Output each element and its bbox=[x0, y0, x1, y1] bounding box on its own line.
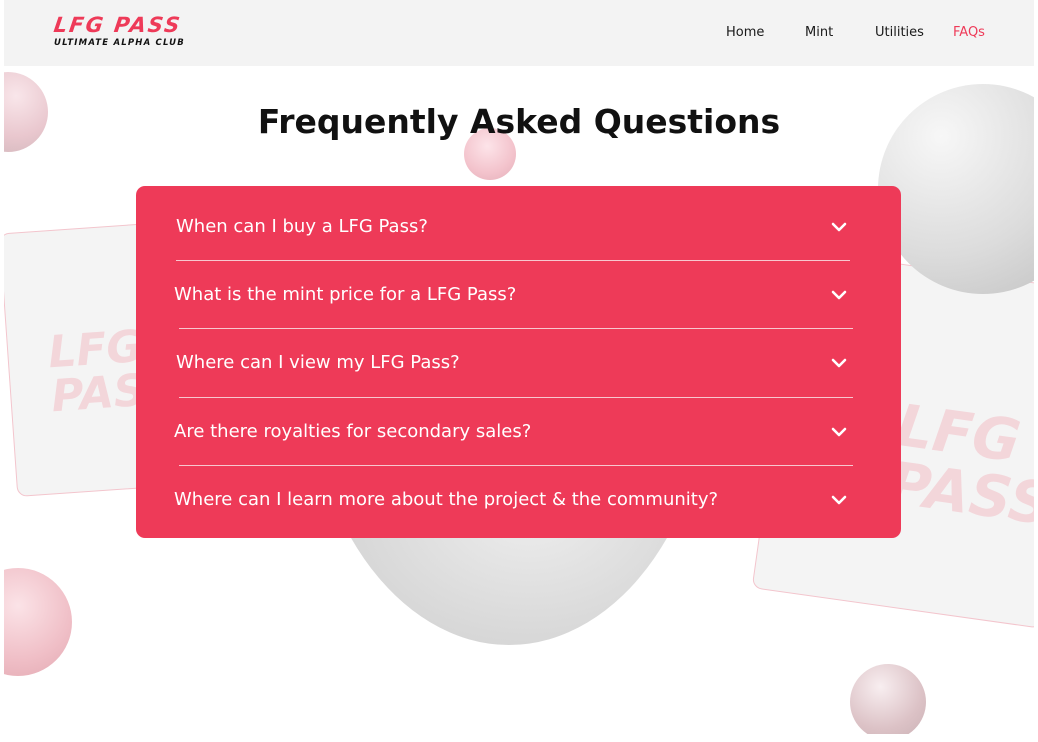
faq-question-4: Are there royalties for secondary sales? bbox=[174, 421, 532, 442]
decorative-card-text-right: LFG PASS bbox=[883, 390, 1034, 539]
chevron-down-icon bbox=[831, 222, 847, 232]
faq-accordion: When can I buy a LFG Pass? What is the m… bbox=[136, 186, 901, 538]
faq-divider bbox=[179, 465, 853, 466]
faq-question-1: When can I buy a LFG Pass? bbox=[176, 216, 428, 237]
nav-link-utilities[interactable]: Utilities bbox=[875, 25, 924, 40]
faq-divider bbox=[176, 260, 850, 261]
chevron-down-icon bbox=[831, 495, 847, 505]
brand-name: LFG PASS bbox=[52, 13, 184, 37]
chevron-down-icon bbox=[831, 358, 847, 368]
faq-item-4[interactable]: Are there royalties for secondary sales? bbox=[174, 399, 856, 465]
faq-item-1[interactable]: When can I buy a LFG Pass? bbox=[176, 194, 856, 260]
faq-item-5[interactable]: Where can I learn more about the project… bbox=[174, 467, 856, 533]
faq-question-5: Where can I learn more about the project… bbox=[174, 489, 719, 510]
faq-question-3: Where can I view my LFG Pass? bbox=[176, 352, 460, 373]
chevron-down-icon bbox=[831, 427, 847, 437]
page-title: Frequently Asked Questions bbox=[257, 102, 781, 141]
page: LFG PASS LFG PASS LFG PASS ULTIMATE ALPHA … bbox=[4, 0, 1034, 734]
decorative-sphere-bottom-left bbox=[4, 568, 72, 676]
brand-logo[interactable]: LFG PASS ULTIMATE ALPHA CLUB bbox=[52, 13, 185, 49]
faq-divider bbox=[179, 397, 853, 398]
nav-link-faqs[interactable]: FAQs bbox=[953, 25, 985, 40]
faq-item-2[interactable]: What is the mint price for a LFG Pass? bbox=[174, 262, 856, 328]
top-navigation-bar: LFG PASS ULTIMATE ALPHA CLUB Home Mint U… bbox=[4, 0, 1034, 66]
faq-divider bbox=[179, 328, 853, 329]
nav-link-mint[interactable]: Mint bbox=[805, 25, 833, 40]
decorative-sphere-bottom-right bbox=[850, 664, 926, 734]
faq-question-2: What is the mint price for a LFG Pass? bbox=[174, 284, 517, 305]
nav-link-home[interactable]: Home bbox=[726, 25, 764, 40]
brand-tagline: ULTIMATE ALPHA CLUB bbox=[54, 38, 185, 48]
faq-item-3[interactable]: Where can I view my LFG Pass? bbox=[176, 330, 856, 396]
chevron-down-icon bbox=[831, 290, 847, 300]
